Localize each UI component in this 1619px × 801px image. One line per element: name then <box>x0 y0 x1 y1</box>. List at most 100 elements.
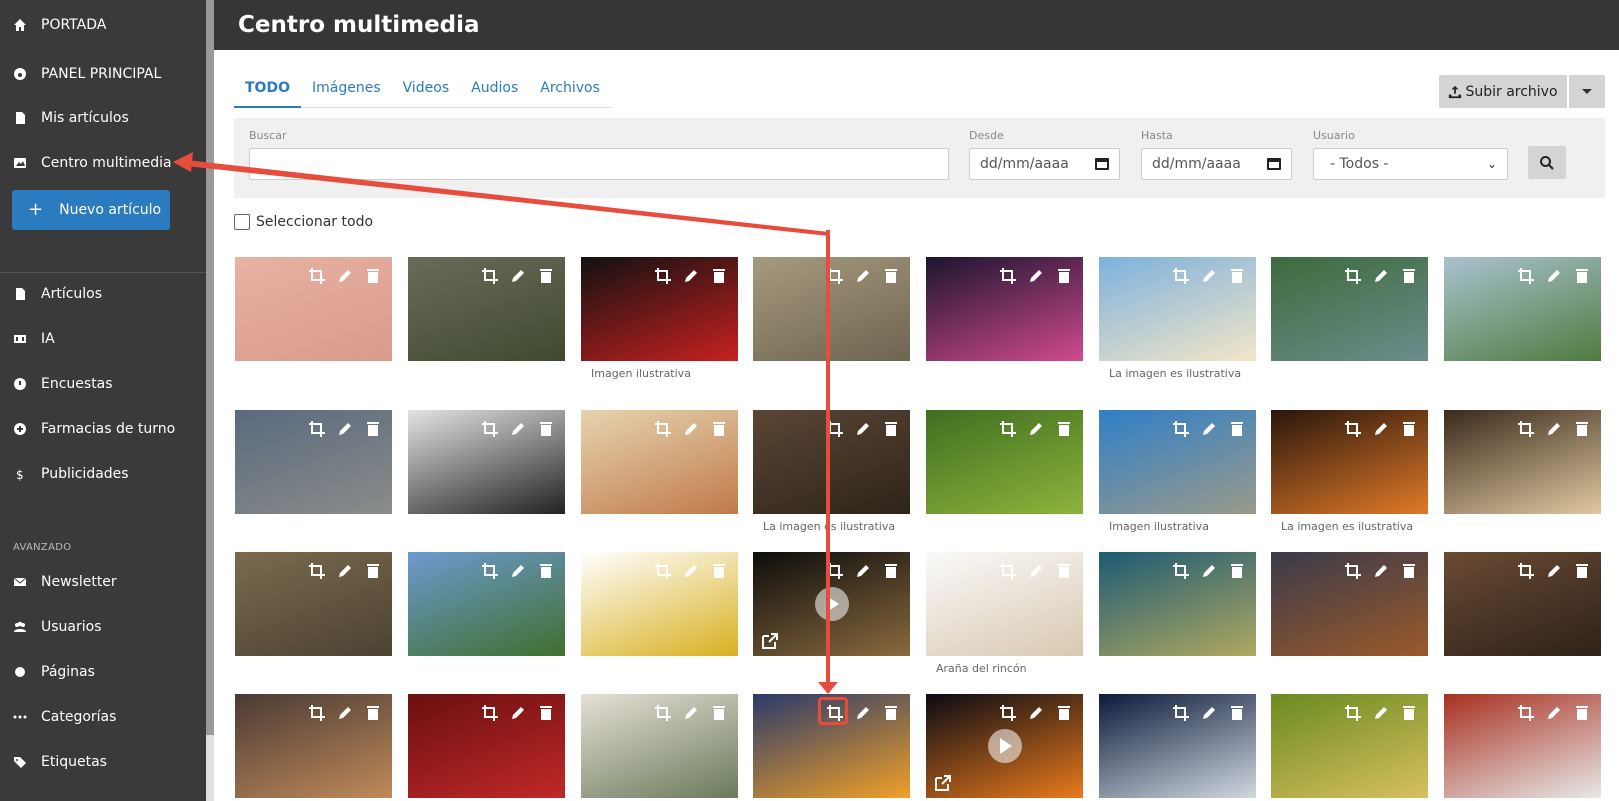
media-thumbnail[interactable] <box>408 410 565 514</box>
trash-icon[interactable] <box>1228 267 1246 285</box>
crop-icon[interactable] <box>1517 704 1535 722</box>
crop-icon[interactable] <box>308 267 326 285</box>
tab-1[interactable]: Imágenes <box>301 78 392 108</box>
crop-icon[interactable] <box>481 267 499 285</box>
pencil-icon[interactable] <box>509 562 527 580</box>
tab-3[interactable]: Audios <box>460 78 529 108</box>
pencil-icon[interactable] <box>1027 267 1045 285</box>
crop-icon[interactable] <box>1517 420 1535 438</box>
trash-icon[interactable] <box>364 420 382 438</box>
pencil-icon[interactable] <box>1200 420 1218 438</box>
trash-icon[interactable] <box>882 562 900 580</box>
media-thumbnail[interactable] <box>408 257 565 361</box>
trash-icon[interactable] <box>1573 562 1591 580</box>
media-thumbnail[interactable] <box>408 694 565 798</box>
pencil-icon[interactable] <box>682 704 700 722</box>
pencil-icon[interactable] <box>1027 420 1045 438</box>
crop-icon[interactable] <box>1172 420 1190 438</box>
crop-icon[interactable] <box>1344 562 1362 580</box>
media-thumbnail[interactable] <box>753 410 910 514</box>
play-icon[interactable] <box>814 587 849 621</box>
media-thumbnail[interactable] <box>235 552 392 656</box>
pencil-icon[interactable] <box>854 267 872 285</box>
crop-icon[interactable] <box>308 704 326 722</box>
trash-icon[interactable] <box>364 704 382 722</box>
tab-0[interactable]: TODO <box>234 78 301 108</box>
pencil-icon[interactable] <box>854 704 872 722</box>
from-date-input[interactable]: dd/mm/aaaa <box>969 148 1120 180</box>
pencil-icon[interactable] <box>1545 420 1563 438</box>
pencil-icon[interactable] <box>509 420 527 438</box>
trash-icon[interactable] <box>882 267 900 285</box>
crop-icon[interactable] <box>826 562 844 580</box>
crop-icon[interactable] <box>654 704 672 722</box>
media-thumbnail[interactable] <box>1099 410 1256 514</box>
crop-icon[interactable] <box>654 562 672 580</box>
sidebar-item-ia[interactable]: IA <box>0 319 206 359</box>
pencil-icon[interactable] <box>1200 562 1218 580</box>
trash-icon[interactable] <box>537 420 555 438</box>
trash-icon[interactable] <box>1400 562 1418 580</box>
media-thumbnail[interactable] <box>235 694 392 798</box>
trash-icon[interactable] <box>710 420 728 438</box>
pencil-icon[interactable] <box>1545 562 1563 580</box>
pencil-icon[interactable] <box>682 420 700 438</box>
sidebar-scrollbar[interactable] <box>206 0 214 801</box>
pencil-icon[interactable] <box>1545 267 1563 285</box>
media-thumbnail[interactable] <box>581 410 738 514</box>
sidebar-item-newsletter[interactable]: Newsletter <box>0 562 206 602</box>
select-all-checkbox[interactable]: Seleccionar todo <box>234 214 373 230</box>
crop-icon[interactable] <box>826 420 844 438</box>
pencil-icon[interactable] <box>854 562 872 580</box>
crop-icon[interactable] <box>654 420 672 438</box>
pencil-icon[interactable] <box>1372 704 1390 722</box>
media-thumbnail[interactable] <box>1444 257 1601 361</box>
crop-icon[interactable] <box>481 420 499 438</box>
crop-icon[interactable] <box>1172 267 1190 285</box>
pencil-icon[interactable] <box>336 704 354 722</box>
sidebar-item-etiquetas[interactable]: Etiquetas <box>0 742 206 782</box>
crop-icon[interactable] <box>826 267 844 285</box>
tab-4[interactable]: Archivos <box>529 78 611 108</box>
media-thumbnail[interactable] <box>1271 694 1428 798</box>
crop-icon[interactable] <box>654 267 672 285</box>
pencil-icon[interactable] <box>1372 420 1390 438</box>
media-thumbnail[interactable] <box>1271 257 1428 361</box>
media-thumbnail[interactable] <box>1271 410 1428 514</box>
sidebar-item-portada[interactable]: PORTADA <box>0 5 206 45</box>
calendar-icon[interactable] <box>1095 158 1109 170</box>
media-thumbnail[interactable] <box>581 257 738 361</box>
trash-icon[interactable] <box>364 562 382 580</box>
sidebar-item-paginas[interactable]: Páginas <box>0 652 206 692</box>
search-input[interactable] <box>249 148 949 180</box>
crop-icon[interactable] <box>481 562 499 580</box>
trash-icon[interactable] <box>1573 267 1591 285</box>
media-thumbnail[interactable] <box>1444 694 1601 798</box>
trash-icon[interactable] <box>537 267 555 285</box>
trash-icon[interactable] <box>1055 267 1073 285</box>
crop-icon[interactable] <box>1344 704 1362 722</box>
sidebar-item-categorias[interactable]: Categorías <box>0 697 206 737</box>
pencil-icon[interactable] <box>1372 562 1390 580</box>
trash-icon[interactable] <box>1400 420 1418 438</box>
play-icon[interactable] <box>987 729 1022 763</box>
trash-icon[interactable] <box>882 420 900 438</box>
pencil-icon[interactable] <box>1027 562 1045 580</box>
trash-icon[interactable] <box>1573 704 1591 722</box>
crop-icon[interactable] <box>999 267 1017 285</box>
crop-icon[interactable] <box>1517 267 1535 285</box>
media-thumbnail[interactable] <box>753 257 910 361</box>
sidebar-item-centro-multimedia[interactable]: Centro multimedia <box>0 143 206 183</box>
crop-icon[interactable] <box>1344 420 1362 438</box>
crop-icon[interactable] <box>1344 267 1362 285</box>
sidebar-item-usuarios[interactable]: Usuarios <box>0 607 206 647</box>
trash-icon[interactable] <box>1055 562 1073 580</box>
sidebar-item-mis-articulos[interactable]: Mis artículos <box>0 98 206 138</box>
media-thumbnail[interactable] <box>408 552 565 656</box>
crop-icon[interactable] <box>1172 704 1190 722</box>
external-link-icon[interactable] <box>934 774 952 792</box>
trash-icon[interactable] <box>1055 704 1073 722</box>
media-thumbnail[interactable] <box>1444 410 1601 514</box>
media-thumbnail[interactable] <box>926 257 1083 361</box>
crop-icon[interactable] <box>999 420 1017 438</box>
